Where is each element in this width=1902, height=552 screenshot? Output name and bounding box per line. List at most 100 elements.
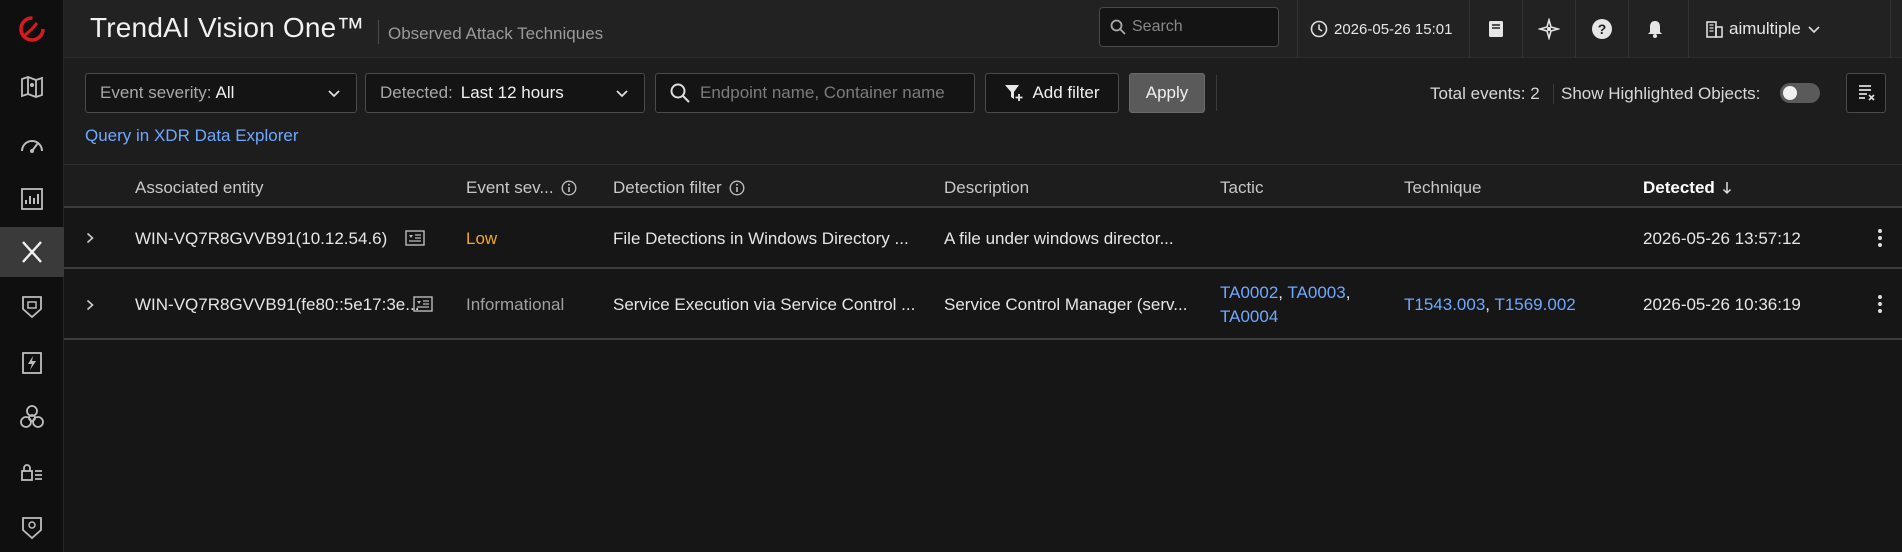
- nav-identity-security[interactable]: [0, 448, 64, 498]
- search-icon: [1110, 19, 1126, 35]
- global-search-input[interactable]: [1132, 18, 1272, 36]
- apply-button[interactable]: Apply: [1129, 73, 1205, 113]
- filter-toolbar: Event severity: All Detected: Last 12 ho…: [64, 58, 1902, 164]
- technique-link[interactable]: T1569.002: [1494, 295, 1575, 314]
- page-title: Observed Attack Techniques: [388, 24, 604, 43]
- col-header-severity[interactable]: Event sev...: [466, 178, 577, 198]
- building-icon: [1706, 21, 1723, 38]
- col-header-technique[interactable]: Technique: [1404, 178, 1482, 198]
- add-filter-label: Add filter: [1032, 83, 1100, 102]
- account-name: aimultiple: [1729, 19, 1801, 38]
- ai-companion-button[interactable]: [1523, 0, 1575, 58]
- detected-range-dropdown[interactable]: Detected: Last 12 hours: [365, 73, 645, 113]
- entity-name[interactable]: WIN-VQ7R8GVVB91(10.12.54.6): [135, 229, 387, 249]
- chart-report-icon: [21, 188, 43, 210]
- total-events-label: Total events:: [1430, 84, 1526, 103]
- help-icon: ?: [1592, 19, 1612, 39]
- tactic-list: TA0002, TA0003, TA0004: [1220, 283, 1351, 326]
- row-actions-button[interactable]: [1874, 227, 1886, 249]
- query-xdr-link[interactable]: Query in XDR Data Explorer: [85, 126, 299, 146]
- add-filter-button[interactable]: Add filter: [985, 73, 1119, 113]
- table-header: Associated entity Event sev... Detection…: [64, 164, 1902, 208]
- left-nav-rail: [0, 0, 64, 552]
- info-icon[interactable]: [729, 180, 745, 196]
- detection-filter[interactable]: File Detections in Windows Directory ...: [613, 229, 909, 249]
- col-header-detected-label: Detected: [1643, 178, 1715, 197]
- endpoint-card-icon[interactable]: [413, 296, 433, 312]
- nav-threat-intel[interactable]: [0, 393, 64, 443]
- kebab-menu-icon: [1878, 229, 1882, 247]
- event-severity-dropdown[interactable]: Event severity: All: [85, 73, 357, 113]
- column-settings-button[interactable]: [1846, 73, 1886, 113]
- nav-endpoint-security[interactable]: [0, 282, 64, 332]
- table-row[interactable]: WIN-VQ7R8GVVB91(10.12.54.6) Low File Det…: [64, 208, 1902, 269]
- sparkle-icon: [1538, 18, 1560, 40]
- help-button[interactable]: ?: [1576, 0, 1628, 58]
- svg-text:?: ?: [1598, 21, 1607, 37]
- endpoint-search-input[interactable]: [700, 83, 970, 103]
- expand-row-button[interactable]: [82, 230, 98, 246]
- col-header-severity-label: Event sev...: [466, 178, 554, 197]
- toolbar-divider: [1553, 84, 1554, 104]
- row-actions-button[interactable]: [1874, 293, 1886, 315]
- nav-dashboard[interactable]: [0, 120, 64, 170]
- xdr-icon: [22, 241, 42, 263]
- title-divider: [378, 20, 379, 44]
- info-icon[interactable]: [561, 180, 577, 196]
- global-search[interactable]: [1099, 7, 1279, 47]
- book-icon: [1489, 21, 1503, 37]
- table-row[interactable]: WIN-VQ7R8GVVB91(fe80::5e17:3e... Informa…: [64, 269, 1902, 340]
- entity-name[interactable]: WIN-VQ7R8GVVB91(fe80::5e17:3e...: [135, 295, 419, 315]
- trend-logo[interactable]: [0, 0, 64, 58]
- notifications-button[interactable]: [1629, 0, 1681, 58]
- expand-row-button[interactable]: [82, 297, 98, 313]
- endpoint-search[interactable]: [655, 73, 975, 113]
- chevron-down-icon: [1808, 26, 1820, 34]
- events-table: Associated entity Event sev... Detection…: [64, 164, 1902, 340]
- shield-device-icon: [22, 296, 42, 319]
- chevron-right-icon: [86, 299, 94, 311]
- lightning-icon: [22, 352, 42, 374]
- header-divider: [1688, 0, 1689, 58]
- datetime-display[interactable]: 2026-05-26 15:01: [1310, 0, 1452, 58]
- shield-person-icon: [22, 517, 42, 540]
- col-header-filter[interactable]: Detection filter: [613, 178, 745, 198]
- chevron-right-icon: [86, 232, 94, 244]
- filter-add-icon: [1005, 85, 1023, 101]
- chevron-down-icon: [616, 90, 628, 98]
- documentation-button[interactable]: [1470, 0, 1522, 58]
- detected-value: Last 12 hours: [460, 83, 564, 102]
- tactic-link[interactable]: TA0002: [1220, 283, 1278, 302]
- chevron-down-icon: [328, 90, 340, 98]
- column-settings-icon: [1859, 85, 1875, 101]
- tactic-link[interactable]: TA0003: [1287, 283, 1345, 302]
- event-severity-label: Event severity:: [100, 83, 212, 102]
- severity-value: Informational: [466, 295, 565, 314]
- description: Service Control Manager (serv...: [944, 295, 1188, 314]
- top-header: TrendAI Vision One™ Observed Attack Tech…: [64, 0, 1902, 58]
- search-icon: [670, 83, 690, 103]
- app-title: TrendAI Vision One™: [90, 12, 365, 43]
- technique-link[interactable]: T1543.003: [1404, 295, 1485, 314]
- datetime-text: 2026-05-26 15:01: [1334, 20, 1453, 38]
- col-header-entity[interactable]: Associated entity: [135, 178, 264, 198]
- nav-response[interactable]: [0, 338, 64, 388]
- col-header-detected[interactable]: Detected: [1643, 178, 1732, 198]
- col-header-tactic[interactable]: Tactic: [1220, 178, 1263, 198]
- detected-label: Detected:: [380, 83, 453, 102]
- nav-cloud-security[interactable]: [0, 503, 64, 552]
- lock-list-icon: [21, 464, 42, 481]
- detection-filter[interactable]: Service Execution via Service Control ..…: [613, 295, 915, 315]
- col-header-description[interactable]: Description: [944, 178, 1029, 198]
- total-events: Total events: 2: [1430, 84, 1540, 104]
- technique-list: T1543.003, T1569.002: [1404, 295, 1576, 314]
- tactic-link[interactable]: TA0004: [1220, 307, 1278, 326]
- nav-reports[interactable]: [0, 174, 64, 224]
- account-menu[interactable]: aimultiple: [1704, 0, 1826, 58]
- show-highlighted-toggle[interactable]: [1780, 83, 1820, 103]
- nav-map[interactable]: [0, 62, 64, 112]
- col-header-description-label: Description: [944, 178, 1030, 197]
- nav-xdr[interactable]: [0, 227, 64, 277]
- toolbar-divider: [1216, 75, 1217, 111]
- endpoint-card-icon[interactable]: [405, 230, 425, 246]
